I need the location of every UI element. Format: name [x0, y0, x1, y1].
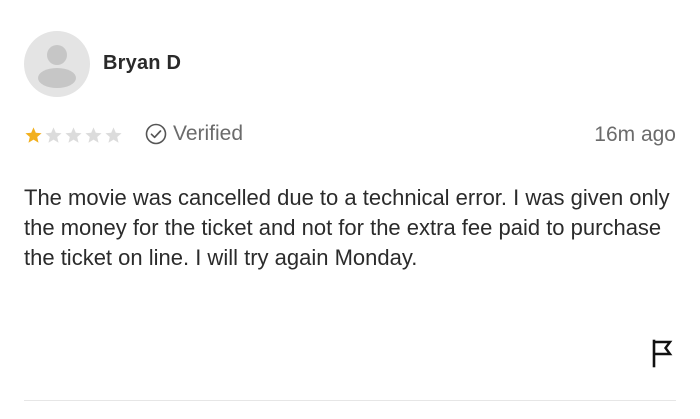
star-icon [104, 126, 123, 146]
reviewer-name: Bryan D [103, 52, 182, 74]
review-timestamp: 16m ago [594, 123, 676, 146]
divider [24, 400, 676, 401]
star-icon [64, 126, 83, 146]
verified-badge: Verified [145, 122, 243, 146]
star-icon [24, 126, 43, 146]
avatar [24, 31, 90, 97]
review-meta-row: Verified 16m ago [24, 120, 676, 152]
verified-label: Verified [173, 122, 244, 145]
default-user-avatar-icon [38, 45, 76, 88]
check-circle-icon [145, 123, 167, 145]
star-rating [24, 126, 123, 146]
flag-icon [652, 339, 673, 368]
report-flag-button[interactable] [648, 337, 676, 369]
review-body: The movie was cancelled due to a technic… [24, 185, 670, 270]
star-icon [84, 126, 103, 146]
star-icon [44, 126, 63, 146]
review-card: Bryan D Verified 16m ago The movie was c… [0, 0, 700, 419]
